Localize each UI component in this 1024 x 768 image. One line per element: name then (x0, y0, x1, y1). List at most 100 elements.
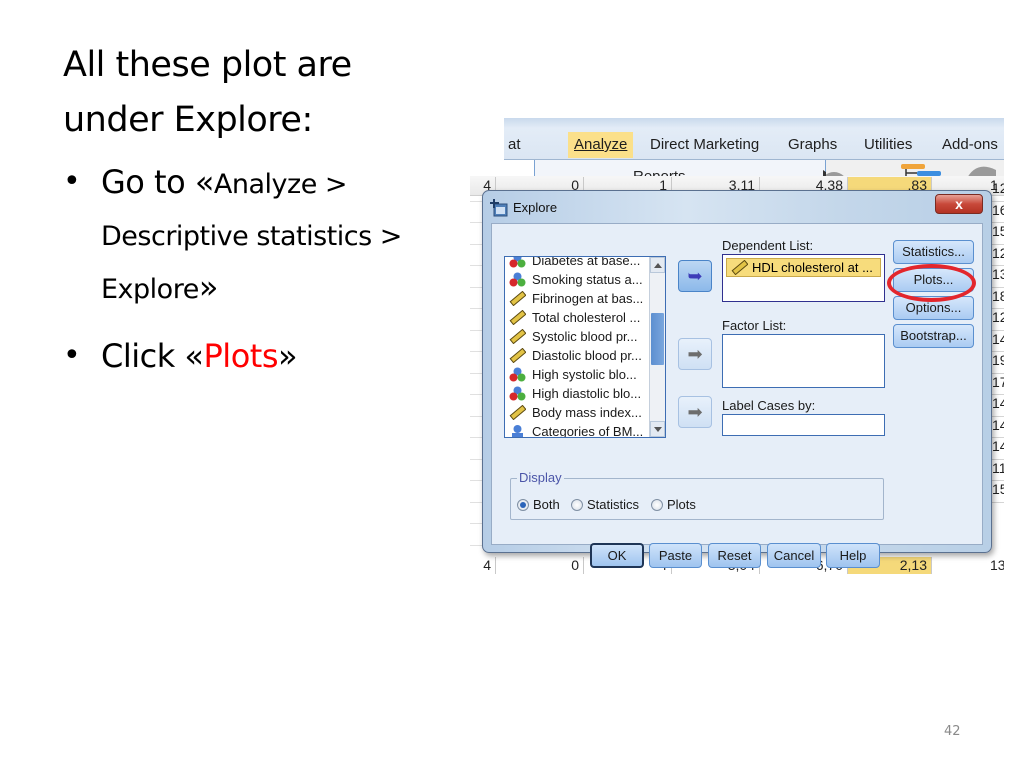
cell[interactable]: 17 (992, 374, 1004, 395)
radio-statistics[interactable]: Statistics (571, 497, 639, 512)
statistics-button[interactable]: Statistics... (893, 240, 974, 264)
factor-list[interactable] (722, 334, 885, 388)
dependent-item-label: HDL cholesterol at ... (752, 260, 873, 275)
cell[interactable]: 18 (992, 288, 1004, 309)
variable-item[interactable]: High diastolic blo... (509, 384, 641, 403)
cell[interactable]: 14 (992, 331, 1004, 352)
menu-utilities[interactable]: Utilities (858, 132, 918, 158)
cell[interactable]: 0 (496, 557, 584, 574)
cell[interactable]: 13 (992, 266, 1004, 288)
ok-button[interactable]: OK (590, 543, 644, 568)
variable-list-scrollbar[interactable] (649, 257, 665, 437)
menu-transform-partial[interactable]: at (502, 132, 527, 158)
move-to-dependent-button[interactable]: ➥ (678, 260, 712, 292)
move-to-factor-button[interactable]: ➡ (678, 338, 712, 370)
nominal-variable-icon (509, 386, 526, 401)
scroll-down-button[interactable] (650, 421, 665, 437)
variable-item[interactable]: Diabetes at base... (509, 257, 640, 270)
variable-item[interactable]: Systolic blood pr... (509, 327, 638, 346)
menu-direct-marketing[interactable]: Direct Marketing (644, 132, 765, 158)
dependent-list-label-text: Dependent List: (722, 238, 814, 253)
dependent-list[interactable]: HDL cholesterol at ... (722, 254, 885, 302)
variable-label: Diastolic blood pr... (532, 348, 642, 363)
nominal-variable-icon (509, 272, 526, 287)
variable-label: Total cholesterol ... (532, 310, 641, 325)
menu-bar: at Analyze Direct Marketing Graphs Utili… (504, 118, 1004, 160)
scale-ruler-icon (731, 260, 748, 275)
cell[interactable]: 19 (992, 352, 1004, 374)
variable-item[interactable]: Fibrinogen at bas... (509, 289, 643, 308)
variable-label: High diastolic blo... (532, 386, 642, 401)
radio-plots[interactable]: Plots (651, 497, 696, 512)
toolbar-variables-icon[interactable] (901, 164, 925, 169)
scroll-down-icon (654, 427, 662, 432)
move-to-label-cases-button[interactable]: ➡ (678, 396, 712, 428)
help-button[interactable]: Help (826, 543, 880, 568)
variable-item[interactable]: Body mass index... (509, 403, 642, 422)
variable-item[interactable]: Categories of BM... (509, 422, 644, 438)
radio-plots-label: Plots (667, 497, 696, 512)
cell[interactable]: 13 (990, 557, 1004, 574)
paste-button[interactable]: Paste (649, 543, 702, 568)
cell[interactable]: 14 (992, 395, 1004, 417)
explore-dialog-icon (490, 199, 508, 217)
cell[interactable]: 12 (992, 180, 1004, 202)
bullet-click-suffix: » (277, 337, 298, 375)
bullet-click-prefix: Click « (101, 337, 204, 375)
cell[interactable]: 11 (992, 460, 1004, 481)
nominal-variable-icon (509, 257, 526, 268)
variable-label: Body mass index... (532, 405, 642, 420)
arrow-right-icon: ➡ (687, 402, 703, 422)
arrow-left-icon: ➥ (687, 266, 703, 286)
cell[interactable]: 4 (470, 557, 496, 574)
scroll-up-button[interactable] (650, 257, 665, 273)
label-cases-label-text: Label Cases by: (722, 398, 816, 413)
scroll-up-icon (654, 263, 662, 268)
radio-both[interactable]: Both (517, 497, 560, 512)
cancel-button[interactable]: Cancel (767, 543, 821, 568)
menu-path-explore: Explore (101, 274, 199, 305)
menu-path-analyze: Analyze > (213, 169, 348, 200)
bullet-list: Go to «Analyze > Descriptive statistics … (63, 155, 402, 383)
variable-item[interactable]: Smoking status a... (509, 270, 643, 289)
source-variable-list[interactable]: Diabetes at base... Smoking status a... … (504, 256, 666, 438)
variable-item[interactable]: Total cholesterol ... (509, 308, 640, 327)
cell[interactable]: 14 (992, 417, 1004, 438)
ordinal-variable-icon (512, 425, 523, 437)
bullet-go-to-prefix: Go to « (101, 163, 214, 201)
slide-title-line-2: under Explore: (63, 100, 313, 140)
menu-addons[interactable]: Add-ons (936, 132, 1004, 158)
scroll-thumb[interactable] (651, 313, 664, 365)
cell[interactable]: 12 (992, 245, 1004, 266)
dependent-list-label: Dependent List: (722, 238, 813, 253)
reset-button[interactable]: Reset (708, 543, 761, 568)
menu-path-descriptive: Descriptive statistics > (101, 221, 402, 252)
scale-ruler-icon (509, 291, 526, 306)
close-button[interactable]: x (935, 194, 983, 214)
menu-graphs[interactable]: Graphs (782, 132, 843, 158)
cell[interactable]: 15 (992, 481, 1004, 503)
variable-label: Categories of BM... (532, 424, 644, 438)
bullet-click-plots: Click «Plots» (63, 329, 402, 383)
right-data-column: 12 16 15 12 13 18 12 14 19 17 14 14 14 1… (992, 180, 1004, 503)
scale-ruler-icon (509, 329, 526, 344)
cell[interactable]: 12 (992, 309, 1004, 331)
variable-item[interactable]: Diastolic blood pr... (509, 346, 642, 365)
label-cases-label: Label Cases by: (722, 398, 815, 413)
variable-label: Smoking status a... (532, 272, 643, 287)
bootstrap-button[interactable]: Bootstrap... (893, 324, 974, 348)
menu-analyze[interactable]: Analyze (568, 132, 634, 158)
dependent-list-item[interactable]: HDL cholesterol at ... (726, 258, 881, 277)
cell[interactable]: 16 (992, 202, 1004, 223)
variable-label: Fibrinogen at bas... (532, 291, 644, 306)
variable-item[interactable]: High systolic blo... (509, 365, 637, 384)
scale-ruler-icon (509, 348, 526, 363)
cell[interactable]: 14 (992, 438, 1004, 460)
factor-list-label: Factor List: (722, 318, 786, 333)
label-cases-field[interactable] (722, 414, 885, 436)
bullet-go-to: Go to «Analyze > Descriptive statistics … (63, 155, 402, 315)
cell[interactable]: 15 (992, 223, 1004, 245)
bullet-go-to-suffix: » (198, 268, 219, 306)
slide-title-line-1: All these plot are (63, 45, 352, 85)
scale-ruler-icon (509, 405, 526, 420)
